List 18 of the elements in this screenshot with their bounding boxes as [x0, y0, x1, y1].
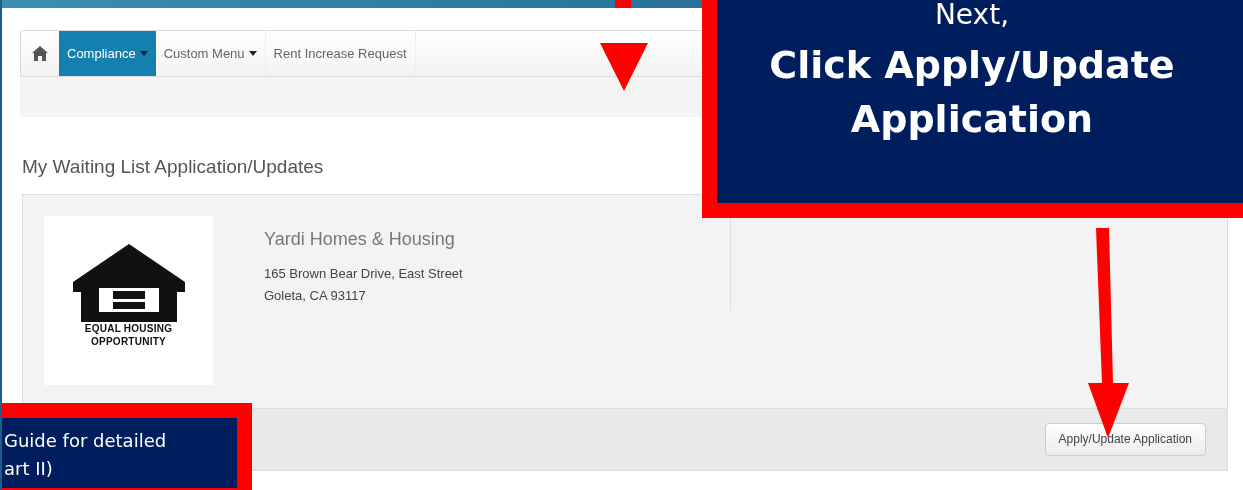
callout-text: Guide for detailed [4, 429, 168, 453]
nav-menu-item[interactable]: Rent Increase Request [265, 31, 416, 76]
page-heading: My Waiting List Application/Updates [22, 155, 325, 179]
callout-intro: Next, [934, 0, 1010, 30]
callout-heading: Application [850, 96, 1094, 143]
logo-text: EQUAL HOUSING [84, 322, 173, 335]
address-line: Goleta, CA 93117 [264, 286, 367, 305]
highlight-marker [615, 0, 631, 8]
address-line: 165 Brown Bear Drive, East Street [264, 264, 464, 283]
nav-menu-item[interactable]: Compliance [59, 31, 156, 76]
house-icon [72, 243, 185, 322]
property-name: Yardi Homes & Housing [264, 227, 456, 251]
pointer-triangle-icon [600, 43, 648, 91]
apply-update-button[interactable]: Apply/Update Application [1044, 422, 1206, 456]
nav-menu-item[interactable]: Custom Menu [155, 31, 266, 76]
callout-heading: Click Apply/Update [769, 42, 1175, 89]
logo-text: OPPORTUNITY [91, 335, 166, 348]
callout-text: art II) [4, 457, 54, 481]
